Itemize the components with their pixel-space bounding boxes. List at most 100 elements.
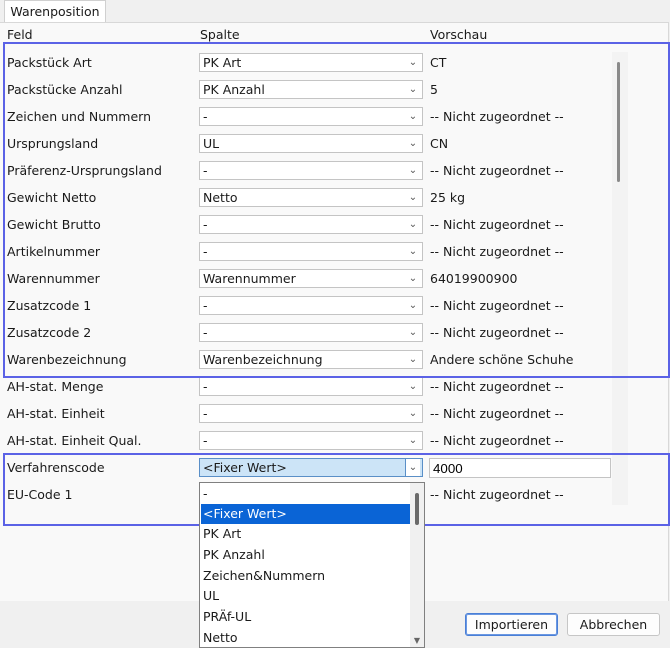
field-label: AH-stat. Menge xyxy=(7,379,104,394)
chevron-down-icon: ⌄ xyxy=(408,354,418,365)
column-select[interactable]: Warennummer ⌄ xyxy=(199,269,423,288)
chevron-down-icon: ⌄ xyxy=(408,138,418,149)
mapping-row: Artikelnummer - ⌄ -- Nicht zugeordnet -- xyxy=(0,239,612,266)
field-label: Präferenz-Ursprungsland xyxy=(7,163,162,178)
field-label: Warenbezeichnung xyxy=(7,352,127,367)
dropdown-option-selected[interactable]: <Fixer Wert> xyxy=(201,504,411,524)
column-select-value: - xyxy=(203,379,208,394)
column-select-value: - xyxy=(203,298,208,313)
chevron-down-icon: ⌄ xyxy=(405,459,420,476)
column-select-value: PK Art xyxy=(203,55,242,70)
dropdown-option[interactable]: - xyxy=(201,484,411,504)
column-select[interactable]: - ⌄ xyxy=(199,242,423,261)
column-dropdown-list[interactable]: - <Fixer Wert> PK Art PK Anzahl Zeichen&… xyxy=(199,482,425,648)
preview-value: Andere schöne Schuhe xyxy=(430,352,574,367)
chevron-down-icon: ⌄ xyxy=(408,219,418,230)
column-select[interactable]: - ⌄ xyxy=(199,323,423,342)
dropdown-option[interactable]: UL xyxy=(201,586,411,606)
mapping-row: AH-stat. Menge - ⌄ -- Nicht zugeordnet -- xyxy=(0,374,612,401)
mapping-row: Packstück Art PK Art ⌄ CT xyxy=(0,50,612,77)
field-label: Zeichen und Nummern xyxy=(7,109,152,124)
chevron-down-icon: ⌄ xyxy=(408,57,418,68)
mapping-row: Packstücke Anzahl PK Anzahl ⌄ 5 xyxy=(0,77,612,104)
column-select-value: Netto xyxy=(203,190,238,205)
column-select-value: - xyxy=(203,244,208,259)
field-label: AH-stat. Einheit Qual. xyxy=(7,433,142,448)
column-select-open[interactable]: <Fixer Wert> ⌄ xyxy=(199,458,423,477)
field-label: Zusatzcode 2 xyxy=(7,325,92,340)
dropdown-option[interactable]: PK Anzahl xyxy=(201,545,411,565)
column-select[interactable]: Netto ⌄ xyxy=(199,188,423,207)
preview-value: 5 xyxy=(430,82,438,97)
header-vorschau: Vorschau xyxy=(430,27,488,42)
mapping-row: Gewicht Brutto - ⌄ -- Nicht zugeordnet -- xyxy=(0,212,612,239)
fixed-value-input[interactable] xyxy=(429,458,611,478)
table-scrollbar-thumb[interactable] xyxy=(617,62,620,182)
column-select[interactable]: Warenbezeichnung ⌄ xyxy=(199,350,423,369)
mapping-row: AH-stat. Einheit Qual. - ⌄ -- Nicht zugeo… xyxy=(0,428,612,455)
chevron-down-icon: ⌄ xyxy=(408,300,418,311)
column-select[interactable]: UL ⌄ xyxy=(199,134,423,153)
chevron-down-icon: ⌄ xyxy=(408,84,418,95)
column-select-value: - xyxy=(203,163,208,178)
column-select-value: Warennummer xyxy=(203,271,296,286)
preview-value: -- Nicht zugeordnet -- xyxy=(430,406,564,421)
chevron-down-icon: ⌄ xyxy=(408,273,418,284)
field-label: Zusatzcode 1 xyxy=(7,298,92,313)
import-button[interactable]: Importieren xyxy=(465,613,558,636)
column-select-value: - xyxy=(203,406,208,421)
field-label: Gewicht Brutto xyxy=(7,217,101,232)
column-select[interactable]: - ⌄ xyxy=(199,107,423,126)
preview-value: -- Nicht zugeordnet -- xyxy=(430,379,564,394)
preview-value: -- Nicht zugeordnet -- xyxy=(430,163,564,178)
cancel-button[interactable]: Abbrechen xyxy=(567,613,660,636)
column-select[interactable]: - ⌄ xyxy=(199,431,423,450)
tab-bar: Warenposition xyxy=(0,0,670,23)
mapping-row: Warenbezeichnung Warenbezeichnung ⌄ Ander… xyxy=(0,347,612,374)
mapping-row: Warennummer Warennummer ⌄ 64019900900 xyxy=(0,266,612,293)
preview-value: -- Nicht zugeordnet -- xyxy=(430,298,564,313)
field-label: Ursprungsland xyxy=(7,136,99,151)
chevron-down-icon: ⌄ xyxy=(408,381,418,392)
mapping-row: Gewicht Netto Netto ⌄ 25 kg xyxy=(0,185,612,212)
column-select[interactable]: - ⌄ xyxy=(199,215,423,234)
column-select[interactable]: - ⌄ xyxy=(199,404,423,423)
field-label: Packstück Art xyxy=(7,55,92,70)
chevron-down-icon: ⌄ xyxy=(408,192,418,203)
dropdown-option[interactable]: Netto xyxy=(201,628,411,648)
preview-value: 25 kg xyxy=(430,190,466,205)
header-feld: Feld xyxy=(7,27,33,42)
field-label: Gewicht Netto xyxy=(7,190,97,205)
column-select[interactable]: - ⌄ xyxy=(199,161,423,180)
column-select-value: PK Anzahl xyxy=(203,82,265,97)
preview-value: CN xyxy=(430,136,449,151)
preview-value: -- Nicht zugeordnet -- xyxy=(430,109,564,124)
mapping-row: Zusatzcode 2 - ⌄ -- Nicht zugeordnet -- xyxy=(0,320,612,347)
preview-value: -- Nicht zugeordnet -- xyxy=(430,487,564,502)
dropdown-option[interactable]: Zeichen&Nummern xyxy=(201,566,411,586)
chevron-down-icon: ⌄ xyxy=(408,111,418,122)
table-scrollbar[interactable] xyxy=(612,52,628,505)
dropdown-scrollbar[interactable]: ▼ xyxy=(410,483,424,647)
chevron-down-icon: ⌄ xyxy=(408,327,418,338)
mapping-row: Ursprungsland UL ⌄ CN xyxy=(0,131,612,158)
mapping-row: AH-stat. Einheit - ⌄ -- Nicht zugeordnet … xyxy=(0,401,612,428)
triangle-down-icon[interactable]: ▼ xyxy=(410,636,424,646)
column-select[interactable]: PK Anzahl ⌄ xyxy=(199,80,423,99)
preview-value: -- Nicht zugeordnet -- xyxy=(430,433,564,448)
column-select-value: UL xyxy=(203,136,220,151)
chevron-down-icon: ⌄ xyxy=(408,408,418,419)
tab-warenposition[interactable]: Warenposition xyxy=(4,0,106,23)
column-select[interactable]: - ⌄ xyxy=(199,377,423,396)
mapping-row: Zeichen und Nummern - ⌄ -- Nicht zugeordn… xyxy=(0,104,612,131)
header-spalte: Spalte xyxy=(200,27,240,42)
column-select[interactable]: - ⌄ xyxy=(199,296,423,315)
dropdown-option[interactable]: PRÄf-UL xyxy=(201,607,411,627)
column-select[interactable]: PK Art ⌄ xyxy=(199,53,423,72)
column-select-value: Warenbezeichnung xyxy=(203,352,323,367)
dropdown-option[interactable]: PK Art xyxy=(201,524,411,544)
column-select-value: - xyxy=(203,217,208,232)
dropdown-scrollbar-thumb[interactable] xyxy=(415,493,419,525)
field-label: Verfahrenscode xyxy=(7,460,105,475)
preview-value: -- Nicht zugeordnet -- xyxy=(430,217,564,232)
